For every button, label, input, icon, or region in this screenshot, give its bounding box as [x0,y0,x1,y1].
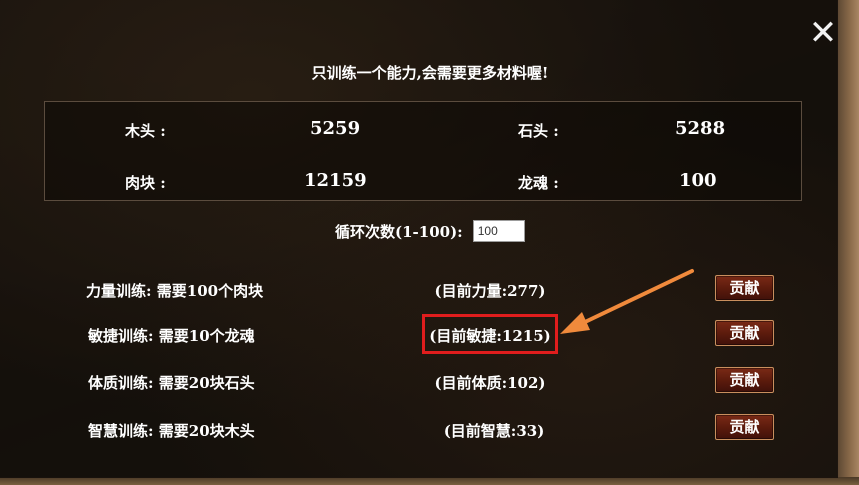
meat-label: 肉块 : [125,174,166,192]
wisdom-current: (目前智慧:33) [443,422,545,440]
wisdom-contribute-button[interactable]: 贡献 [715,414,774,440]
strength-contribute-button[interactable]: 贡献 [715,275,774,301]
training-dialog: ✕ 只训练一个能力,会需要更多材料喔! 木头 : 5259 石头 : 5288 … [0,0,838,478]
loop-count-row: 循环次数(1-100): [335,219,525,243]
meat-value: 12159 [304,170,367,191]
game-scene: ✕ 只训练一个能力,会需要更多材料喔! 木头 : 5259 石头 : 5288 … [0,0,859,485]
materials-panel: 木头 : 5259 石头 : 5288 肉块 : 12159 龙魂 : 100 [44,101,802,201]
dragon-soul-value: 100 [679,170,717,191]
strength-training-label: 力量训练: 需要100个肉块 [86,282,264,300]
constitution-current: (目前体质:102) [434,374,546,392]
loop-count-input[interactable] [472,220,525,242]
dragon-soul-label: 龙魂 : [518,174,559,192]
stone-label: 石头 : [518,122,559,140]
agility-contribute-button[interactable]: 贡献 [715,320,774,346]
constitution-training-label: 体质训练: 需要20块石头 [88,374,255,392]
strength-current: (目前力量:277) [434,282,546,300]
dialog-notice: 只训练一个能力,会需要更多材料喔! [311,64,549,82]
wood-value: 5259 [310,118,361,139]
constitution-contribute-button[interactable]: 贡献 [715,367,774,393]
loop-count-label: 循环次数(1-100): [335,222,463,241]
agility-training-label: 敏捷训练: 需要10个龙魂 [88,327,255,345]
highlight-box [422,314,558,354]
stone-value: 5288 [675,118,726,139]
wisdom-training-label: 智慧训练: 需要20块木头 [88,422,255,440]
background-edge-bottom [0,477,859,485]
wood-label: 木头 : [125,122,166,140]
close-icon[interactable]: ✕ [806,16,840,50]
